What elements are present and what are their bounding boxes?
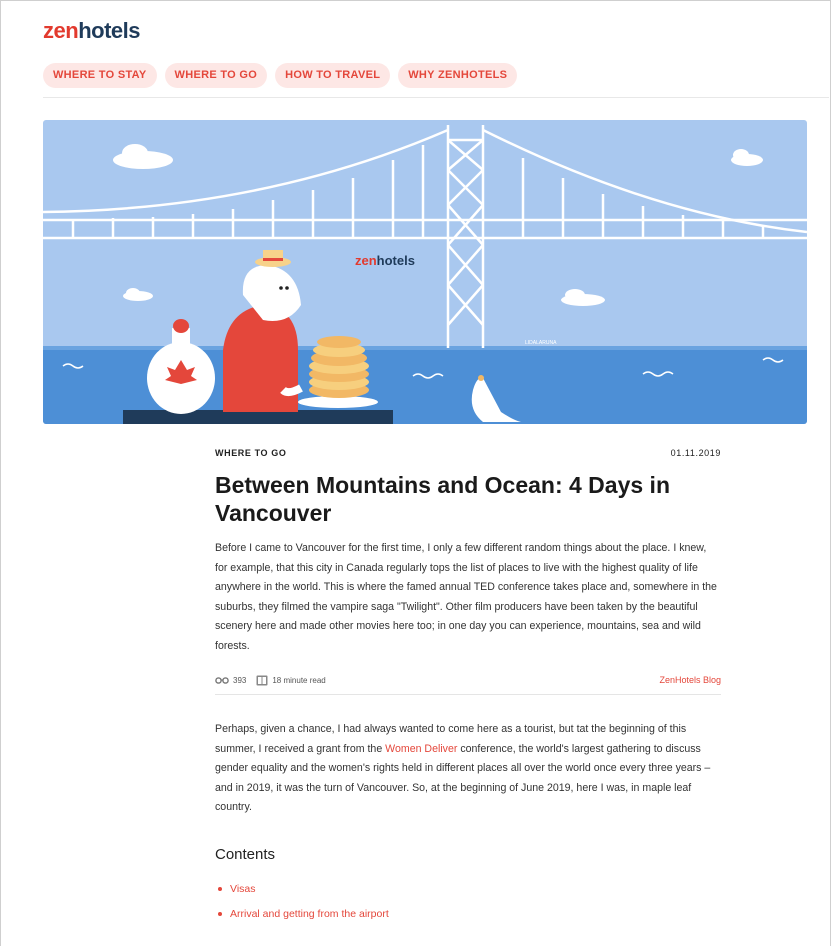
article-title: Between Mountains and Ocean: 4 Days in V… — [215, 472, 670, 526]
contents-heading: Contents — [215, 845, 276, 863]
blog-link[interactable]: ZenHotels Blog — [659, 675, 721, 685]
hero-logo-zen: zen — [355, 253, 377, 268]
nav-where-to-go[interactable]: WHERE TO GO — [164, 63, 268, 88]
article-intro: Before I came to Vancouver for the first… — [215, 542, 717, 652]
hero-svg: zenhotels LIDALARUNA — [43, 120, 807, 424]
contents-list: Visas Arrival and getting from the airpo… — [215, 877, 721, 927]
logo-hotels-text: hotels — [78, 18, 140, 43]
dock-icon — [123, 410, 393, 424]
article-meta: WHERE TO GO 01.11.2019 — [215, 448, 721, 458]
contents-item-visas[interactable]: Visas — [215, 877, 721, 902]
logo-zen-text: zen — [43, 18, 79, 43]
bullet-icon — [218, 887, 222, 891]
site-logo[interactable]: zenhotels — [43, 18, 140, 44]
read-time: 18 minute read — [256, 675, 326, 686]
hero-logo-hotels: hotels — [377, 253, 415, 268]
hero-logo: zenhotels — [355, 253, 415, 268]
contents-item-label: Visas — [230, 883, 256, 895]
article-date: 01.11.2019 — [670, 448, 721, 458]
nav-how-to-travel[interactable]: HOW TO TRAVEL — [275, 63, 391, 88]
contents-item-arrival[interactable]: Arrival and getting from the airport — [215, 902, 721, 927]
nav-why-zenhotels[interactable]: WHY ZENHOTELS — [398, 63, 518, 88]
women-deliver-link[interactable]: Women Deliver — [385, 743, 457, 755]
main-nav: WHERE TO STAY WHERE TO GO HOW TO TRAVEL … — [43, 63, 518, 88]
article-body-paragraph: Perhaps, given a chance, I had always wa… — [215, 720, 721, 818]
header-divider — [43, 97, 829, 98]
views-count: 393 — [233, 675, 247, 685]
nav-where-to-stay[interactable]: WHERE TO STAY — [43, 63, 157, 88]
article: WHERE TO GO 01.11.2019 Between Mountains… — [215, 448, 721, 927]
contents-item-label: Arrival and getting from the airport — [230, 908, 389, 920]
book-icon — [256, 675, 268, 685]
read-time-label: 18 minute read — [272, 675, 326, 685]
bullet-icon — [218, 912, 222, 916]
glasses-icon — [215, 677, 229, 684]
hero-illustration: zenhotels LIDALARUNA — [43, 120, 807, 424]
hero-signature: LIDALARUNA — [525, 340, 557, 346]
article-divider — [215, 694, 721, 695]
article-category[interactable]: WHERE TO GO — [215, 448, 286, 458]
article-stats: 393 18 minute read ZenHotels Blog — [215, 672, 721, 688]
views-counter: 393 — [215, 676, 246, 685]
